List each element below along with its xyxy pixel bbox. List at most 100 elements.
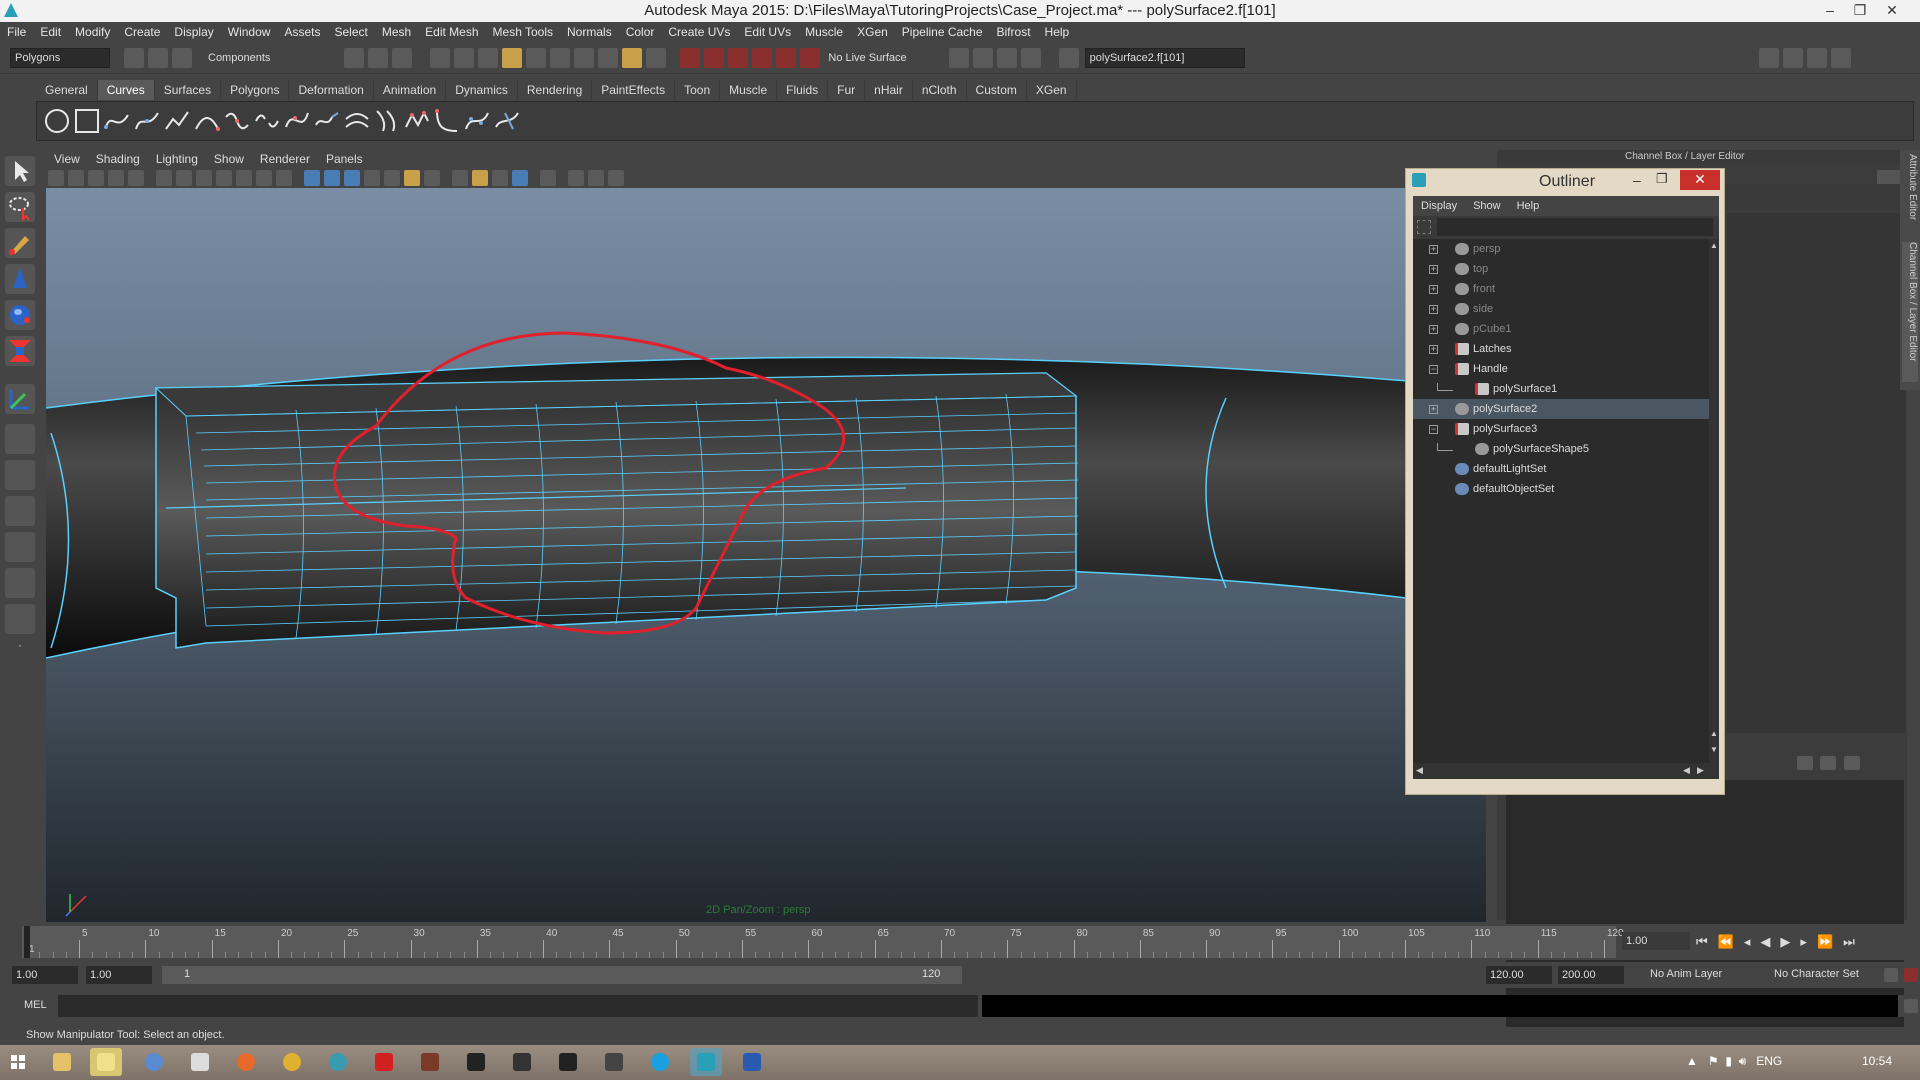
current-time-marker[interactable] <box>24 926 30 958</box>
range-slider-bar[interactable]: 1 120 <box>162 966 962 984</box>
menu-help[interactable]: Help <box>1038 22 1077 42</box>
gate-mask-icon[interactable] <box>216 170 232 186</box>
menu-muscle[interactable]: Muscle <box>798 22 850 42</box>
script-editor-icon[interactable] <box>1904 999 1918 1013</box>
outliner-item-persp[interactable]: + persp <box>1413 239 1709 259</box>
start-button[interactable] <box>2 1048 34 1076</box>
snap-grid-icon[interactable] <box>526 47 547 68</box>
resolution-gate-icon[interactable] <box>196 170 212 186</box>
outliner-item-top[interactable]: + top <box>1413 259 1709 279</box>
hypershade-icon[interactable] <box>752 47 773 68</box>
outliner-search-input[interactable] <box>1437 218 1713 236</box>
cv-curve-tool-icon[interactable] <box>103 107 131 135</box>
expand-icon[interactable]: + <box>1429 405 1438 414</box>
sculpt-icon[interactable] <box>1020 47 1041 68</box>
ipr-render-icon[interactable] <box>704 47 725 68</box>
expand-icon[interactable]: + <box>1429 345 1438 354</box>
outliner-maximize-button[interactable]: ❐ <box>1656 171 1668 187</box>
single-perspective-layout-icon[interactable] <box>5 424 35 454</box>
collapse-icon[interactable]: − <box>1429 365 1438 374</box>
scroll-down-icon[interactable]: ▼ <box>1710 745 1718 754</box>
xray-joints-icon[interactable] <box>568 170 584 186</box>
go-to-start-icon[interactable]: ⏮ <box>1696 934 1718 949</box>
use-all-lights-icon[interactable] <box>384 170 400 186</box>
input-output-icon[interactable] <box>646 47 667 68</box>
shelf-tab-animation[interactable]: Animation <box>374 80 447 100</box>
attach-curves-icon[interactable] <box>223 107 251 135</box>
pencil-curve-tool-icon[interactable] <box>163 107 191 135</box>
menu-window[interactable]: Window <box>221 22 278 42</box>
make-live-icon[interactable] <box>622 47 643 68</box>
play-backwards-icon[interactable]: ◀ <box>1760 934 1780 949</box>
current-frame-field[interactable]: 1.00 <box>1622 932 1690 950</box>
shelf-tab-custom[interactable]: Custom <box>967 80 1027 100</box>
menu-color[interactable]: Color <box>619 22 662 42</box>
expand-icon[interactable]: + <box>1429 245 1438 254</box>
toolbox-more-icon[interactable]: · <box>5 639 35 654</box>
scroll-up-icon[interactable]: ▲ <box>1710 241 1718 250</box>
viewport-menu-view[interactable]: View <box>46 152 88 166</box>
motion-blur-icon[interactable] <box>452 170 468 186</box>
shelf-tab-dynamics[interactable]: Dynamics <box>446 80 518 100</box>
menu-mesh-tools[interactable]: Mesh Tools <box>486 22 560 42</box>
select-by-component-icon[interactable] <box>392 47 413 68</box>
outliner-item-polysurface1[interactable]: polySurface1 <box>1413 379 1709 399</box>
outliner-tree[interactable]: + persp + top + front + side + pCube1 + Latches − Han… <box>1413 239 1709 769</box>
outliner-item-pcube1[interactable]: + pCube1 <box>1413 319 1709 339</box>
outliner-close-button[interactable]: ✕ <box>1680 170 1720 190</box>
add-points-tool-icon[interactable] <box>463 107 491 135</box>
outliner-item-polysurface2[interactable]: + polySurface2 <box>1413 399 1709 419</box>
layer-options-icon[interactable] <box>1843 756 1860 770</box>
tray-language[interactable]: ENG <box>1756 1054 1782 1068</box>
persp-graph-layout-icon[interactable] <box>5 532 35 562</box>
app-taskbar-icon-2[interactable] <box>184 1048 216 1076</box>
live-surface-label[interactable]: No Live Surface <box>828 52 906 64</box>
isolate-select-icon[interactable] <box>512 170 528 186</box>
shelf-tab-fluids[interactable]: Fluids <box>777 80 829 100</box>
app-taskbar-icon-6[interactable] <box>460 1048 492 1076</box>
scale-tool-icon[interactable] <box>5 336 35 366</box>
step-forward-key-icon[interactable]: ⏩ <box>1817 934 1843 949</box>
two-d-pan-zoom-icon[interactable] <box>128 170 144 186</box>
mel-label[interactable]: MEL <box>24 999 47 1011</box>
persp-uv-layout-icon[interactable] <box>5 604 35 634</box>
play-forwards-icon[interactable]: ▶ <box>1780 934 1800 949</box>
outliner-item-side[interactable]: + side <box>1413 299 1709 319</box>
textured-icon[interactable] <box>364 170 380 186</box>
render-settings-icon[interactable] <box>728 47 749 68</box>
nurbs-square-icon[interactable] <box>73 107 101 135</box>
outliner-horizontal-scrollbar[interactable]: ◀ ◀ ▶ <box>1413 763 1719 779</box>
shelf-tab-muscle[interactable]: Muscle <box>720 80 778 100</box>
field-chart-icon[interactable] <box>236 170 252 186</box>
app-taskbar-icon-4[interactable] <box>368 1048 400 1076</box>
outliner-vertical-scrollbar[interactable]: ▲ ▲ ▼ <box>1709 239 1719 769</box>
render-view-icon[interactable] <box>776 47 797 68</box>
app-taskbar-icon-1[interactable] <box>138 1048 170 1076</box>
shadows-icon[interactable] <box>404 170 420 186</box>
insert-knot-icon[interactable] <box>283 107 311 135</box>
shelf-tab-surfaces[interactable]: Surfaces <box>155 80 222 100</box>
viewport-menu-renderer[interactable]: Renderer <box>252 152 318 166</box>
shelf-tab-rendering[interactable]: Rendering <box>518 80 593 100</box>
firefox-taskbar-icon[interactable] <box>230 1048 262 1076</box>
animation-end-field[interactable]: 200.00 <box>1558 966 1624 984</box>
wireframe-on-shaded-icon[interactable] <box>344 170 360 186</box>
shelf-tab-ncloth[interactable]: nCloth <box>913 80 967 100</box>
viewport-menu-lighting[interactable]: Lighting <box>148 152 206 166</box>
viewport-2-icon[interactable] <box>608 170 624 186</box>
menu-edit-mesh[interactable]: Edit Mesh <box>418 22 485 42</box>
viewport-menu-panels[interactable]: Panels <box>318 152 371 166</box>
app-taskbar-icon-7[interactable] <box>506 1048 538 1076</box>
extend-curve-icon[interactable] <box>313 107 341 135</box>
menu-select[interactable]: Select <box>327 22 374 42</box>
xray-icon[interactable] <box>540 170 556 186</box>
outliner-filter-icon[interactable] <box>1417 220 1431 234</box>
input-field-mode-icon[interactable] <box>1058 47 1079 68</box>
menu-pipeline-cache[interactable]: Pipeline Cache <box>895 22 990 42</box>
viewport-menu-show[interactable]: Show <box>206 152 252 166</box>
film-gate-icon[interactable] <box>176 170 192 186</box>
app-taskbar-icon-3[interactable] <box>322 1048 354 1076</box>
select-by-hierarchy-icon[interactable] <box>344 47 365 68</box>
rebuild-curve-icon[interactable] <box>403 107 431 135</box>
smooth-shade-icon[interactable] <box>324 170 340 186</box>
